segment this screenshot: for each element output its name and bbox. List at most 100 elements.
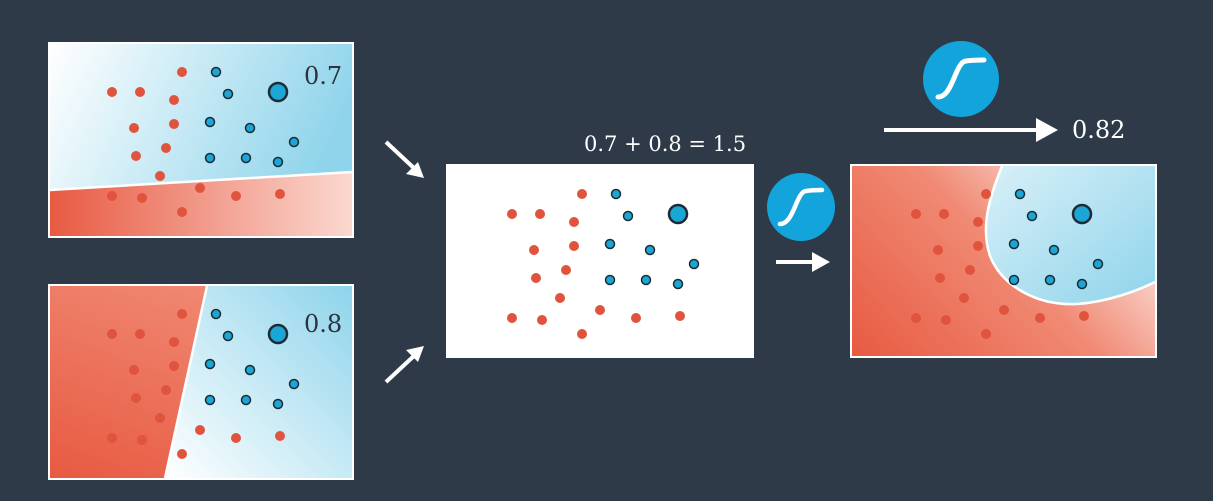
blue-point xyxy=(204,152,216,164)
blue-point xyxy=(1014,188,1026,200)
blue-point xyxy=(1026,210,1038,222)
blue-point xyxy=(640,274,652,286)
sum-equation: 0.7 + 0.8 = 1.5 xyxy=(584,132,747,156)
red-point xyxy=(195,425,205,435)
red-point xyxy=(999,305,1009,315)
blue-point xyxy=(204,116,216,128)
red-point xyxy=(959,293,969,303)
red-point xyxy=(631,313,641,323)
red-point xyxy=(169,95,179,105)
blue-point xyxy=(1048,244,1060,256)
red-point xyxy=(137,435,147,445)
red-point xyxy=(577,189,587,199)
red-point xyxy=(529,245,539,255)
sigmoid-icon xyxy=(923,41,999,117)
red-point xyxy=(569,217,579,227)
red-point xyxy=(507,313,517,323)
panel-bottom-score: 0.8 xyxy=(304,310,343,338)
red-point xyxy=(161,385,171,395)
red-point xyxy=(135,329,145,339)
red-point xyxy=(1079,311,1089,321)
arrow-icon xyxy=(384,346,424,384)
red-point xyxy=(537,315,547,325)
red-point xyxy=(911,209,921,219)
red-point xyxy=(177,449,187,459)
query-point xyxy=(267,323,289,345)
blue-point xyxy=(604,238,616,250)
blue-point xyxy=(610,188,622,200)
red-point xyxy=(1035,313,1045,323)
red-point xyxy=(177,309,187,319)
blue-point xyxy=(244,364,256,376)
red-point xyxy=(275,189,285,199)
panel-output-model xyxy=(850,164,1157,358)
blue-point xyxy=(272,398,284,410)
blue-point xyxy=(1008,274,1020,286)
blue-point xyxy=(210,308,222,320)
red-point xyxy=(161,143,171,153)
panel-combined-plot xyxy=(448,166,752,356)
blue-point xyxy=(204,358,216,370)
blue-point xyxy=(1092,258,1104,270)
blue-point xyxy=(1076,278,1088,290)
red-point xyxy=(177,67,187,77)
panel-top-score: 0.7 xyxy=(304,62,343,90)
blue-point xyxy=(272,156,284,168)
red-point xyxy=(933,245,943,255)
blue-point xyxy=(688,258,700,270)
red-point xyxy=(531,273,541,283)
red-point xyxy=(561,265,571,275)
query-point xyxy=(667,203,689,225)
blue-point xyxy=(672,278,684,290)
blue-point xyxy=(1044,274,1056,286)
blue-point xyxy=(604,274,616,286)
red-point xyxy=(675,311,685,321)
blue-point xyxy=(288,378,300,390)
red-point xyxy=(169,337,179,347)
panel-top-model: 0.7 xyxy=(48,42,354,238)
arrow-icon xyxy=(884,118,1058,142)
red-point xyxy=(507,209,517,219)
arrow-icon xyxy=(776,252,830,272)
red-point xyxy=(941,315,951,325)
red-point xyxy=(107,329,117,339)
blue-point xyxy=(222,330,234,342)
red-point xyxy=(981,329,991,339)
blue-point xyxy=(222,88,234,100)
red-point xyxy=(973,241,983,251)
red-point xyxy=(231,191,241,201)
red-point xyxy=(569,241,579,251)
red-point xyxy=(129,123,139,133)
red-point xyxy=(107,433,117,443)
red-point xyxy=(155,171,165,181)
blue-point xyxy=(244,122,256,134)
output-score: 0.82 xyxy=(1072,116,1126,144)
red-point xyxy=(981,189,991,199)
blue-point xyxy=(622,210,634,222)
red-point xyxy=(555,293,565,303)
blue-point xyxy=(240,152,252,164)
red-point xyxy=(535,209,545,219)
red-point xyxy=(939,209,949,219)
blue-point xyxy=(1008,238,1020,250)
red-point xyxy=(135,87,145,97)
red-point xyxy=(155,413,165,423)
red-point xyxy=(195,183,205,193)
blue-point xyxy=(210,66,222,78)
red-point xyxy=(973,217,983,227)
red-point xyxy=(107,191,117,201)
red-point xyxy=(965,265,975,275)
blue-point xyxy=(204,394,216,406)
query-point xyxy=(267,81,289,103)
red-point xyxy=(231,433,241,443)
blue-point xyxy=(288,136,300,148)
red-point xyxy=(169,119,179,129)
blue-point xyxy=(240,394,252,406)
panel-combined xyxy=(446,164,754,358)
arrow-icon xyxy=(384,140,424,178)
red-point xyxy=(577,329,587,339)
red-point xyxy=(131,393,141,403)
red-point xyxy=(129,365,139,375)
blue-point xyxy=(644,244,656,256)
red-point xyxy=(595,305,605,315)
